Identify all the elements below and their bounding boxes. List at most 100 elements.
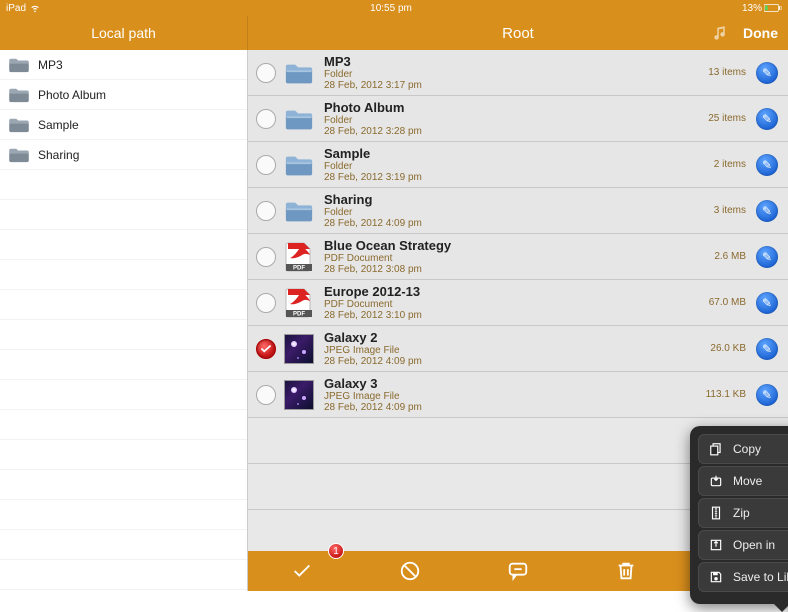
menu-item-copy[interactable]: Copy (698, 434, 788, 464)
file-row[interactable]: Photo AlbumFolder28 Feb, 2012 3:28 pm25 … (248, 96, 788, 142)
select-checkbox[interactable] (256, 385, 276, 405)
file-row[interactable]: Galaxy 2JPEG Image File28 Feb, 2012 4:09… (248, 326, 788, 372)
sidebar-item-label: Sharing (38, 148, 79, 162)
copy-icon (709, 442, 723, 456)
pencil-icon: ✎ (762, 250, 772, 264)
file-date: 28 Feb, 2012 4:09 pm (324, 356, 710, 367)
sidebar-item-label: Sample (38, 118, 79, 132)
folder-icon (284, 150, 314, 180)
save-icon (709, 570, 723, 584)
sidebar-item-photo-album[interactable]: Photo Album (0, 80, 247, 110)
select-checkbox[interactable] (256, 109, 276, 129)
file-size: 113.1 KB (706, 389, 746, 400)
sidebar-item-sharing[interactable]: Sharing (0, 140, 247, 170)
menu-item-label: Copy (733, 442, 761, 456)
pencil-icon: ✎ (762, 296, 772, 310)
pencil-icon: ✎ (762, 342, 772, 356)
file-kind: Folder (324, 161, 714, 172)
file-name: Blue Ocean Strategy (324, 238, 714, 253)
file-size: 25 items (708, 113, 746, 124)
check-icon (259, 342, 273, 356)
folder-icon (284, 196, 314, 226)
select-checkbox[interactable] (256, 247, 276, 267)
move-icon (709, 474, 723, 488)
file-row[interactable]: Galaxy 3JPEG Image File28 Feb, 2012 4:09… (248, 372, 788, 418)
file-row[interactable]: SampleFolder28 Feb, 2012 3:19 pm2 items✎ (248, 142, 788, 188)
menu-item-label: Zip (733, 506, 750, 520)
file-name: Galaxy 2 (324, 330, 710, 345)
file-row[interactable]: MP3Folder28 Feb, 2012 3:17 pm13 items✎ (248, 50, 788, 96)
folder-icon (8, 57, 30, 73)
pdf-icon (284, 242, 314, 272)
image-thumb (284, 380, 314, 410)
folder-icon (284, 58, 314, 88)
file-kind: PDF Document (324, 299, 709, 310)
file-kind: Folder (324, 207, 714, 218)
file-date: 28 Feb, 2012 3:28 pm (324, 126, 708, 137)
clock: 10:55 pm (370, 3, 412, 14)
music-icon[interactable] (712, 24, 730, 42)
file-row[interactable]: Europe 2012-13PDF Document28 Feb, 2012 3… (248, 280, 788, 326)
pdf-icon (284, 288, 314, 318)
cancel-circle-icon (399, 560, 421, 582)
file-name: Sharing (324, 192, 714, 207)
wifi-icon (30, 3, 40, 13)
file-name: MP3 (324, 54, 708, 69)
file-size: 13 items (708, 67, 746, 78)
actions-button[interactable] (488, 560, 548, 582)
context-menu: Copy Move Zip Open in Save to Library (690, 426, 788, 604)
file-kind: JPEG Image File (324, 345, 710, 356)
folder-icon (8, 117, 30, 133)
sidebar-item-sample[interactable]: Sample (0, 110, 247, 140)
file-size: 2 items (714, 159, 746, 170)
pencil-icon: ✎ (762, 112, 772, 126)
menu-item-move[interactable]: Move (698, 466, 788, 496)
battery-icon (764, 0, 782, 17)
menu-item-zip[interactable]: Zip (698, 498, 788, 528)
select-checkbox[interactable] (256, 293, 276, 313)
info-button[interactable]: ✎ (756, 154, 778, 176)
delete-button[interactable] (596, 560, 656, 582)
info-button[interactable]: ✎ (756, 62, 778, 84)
zip-icon (709, 506, 723, 520)
menu-item-save[interactable]: Save to Library (698, 562, 788, 592)
file-name: Photo Album (324, 100, 708, 115)
chat-icon (507, 560, 529, 582)
sidebar-item-mp3[interactable]: MP3 (0, 50, 247, 80)
info-button[interactable]: ✎ (756, 292, 778, 314)
info-button[interactable]: ✎ (756, 384, 778, 406)
info-button[interactable]: ✎ (756, 200, 778, 222)
status-bar: iPad 10:55 pm 13% (0, 0, 788, 16)
file-size: 26.0 KB (710, 343, 746, 354)
done-button[interactable]: Done (743, 25, 788, 41)
sidebar-item-label: MP3 (38, 58, 63, 72)
menu-item-label: Open in (733, 538, 775, 552)
check-icon (291, 560, 313, 582)
content: MP3Folder28 Feb, 2012 3:17 pm13 items✎Ph… (248, 50, 788, 591)
select-checkbox[interactable] (256, 155, 276, 175)
deselect-button[interactable] (380, 560, 440, 582)
sidebar: MP3 Photo Album Sample Sharing (0, 50, 248, 591)
file-row[interactable]: Blue Ocean StrategyPDF Document28 Feb, 2… (248, 234, 788, 280)
file-row[interactable]: SharingFolder28 Feb, 2012 4:09 pm3 items… (248, 188, 788, 234)
trash-icon (615, 560, 637, 582)
file-date: 28 Feb, 2012 3:19 pm (324, 172, 714, 183)
info-button[interactable]: ✎ (756, 338, 778, 360)
info-button[interactable]: ✎ (756, 246, 778, 268)
menu-item-label: Save to Library (733, 570, 788, 584)
pencil-icon: ✎ (762, 204, 772, 218)
select-checkbox[interactable] (256, 339, 276, 359)
file-kind: JPEG Image File (324, 391, 706, 402)
file-size: 67.0 MB (709, 297, 746, 308)
page-title: Root (248, 25, 788, 42)
info-button[interactable]: ✎ (756, 108, 778, 130)
file-date: 28 Feb, 2012 4:09 pm (324, 402, 706, 413)
select-checkbox[interactable] (256, 63, 276, 83)
select-all-button[interactable] (272, 560, 332, 582)
file-kind: PDF Document (324, 253, 714, 264)
device-label: iPad (6, 3, 26, 14)
select-checkbox[interactable] (256, 201, 276, 221)
header: Local path Root Done (0, 16, 788, 50)
image-thumb (284, 334, 314, 364)
menu-item-openin[interactable]: Open in (698, 530, 788, 560)
